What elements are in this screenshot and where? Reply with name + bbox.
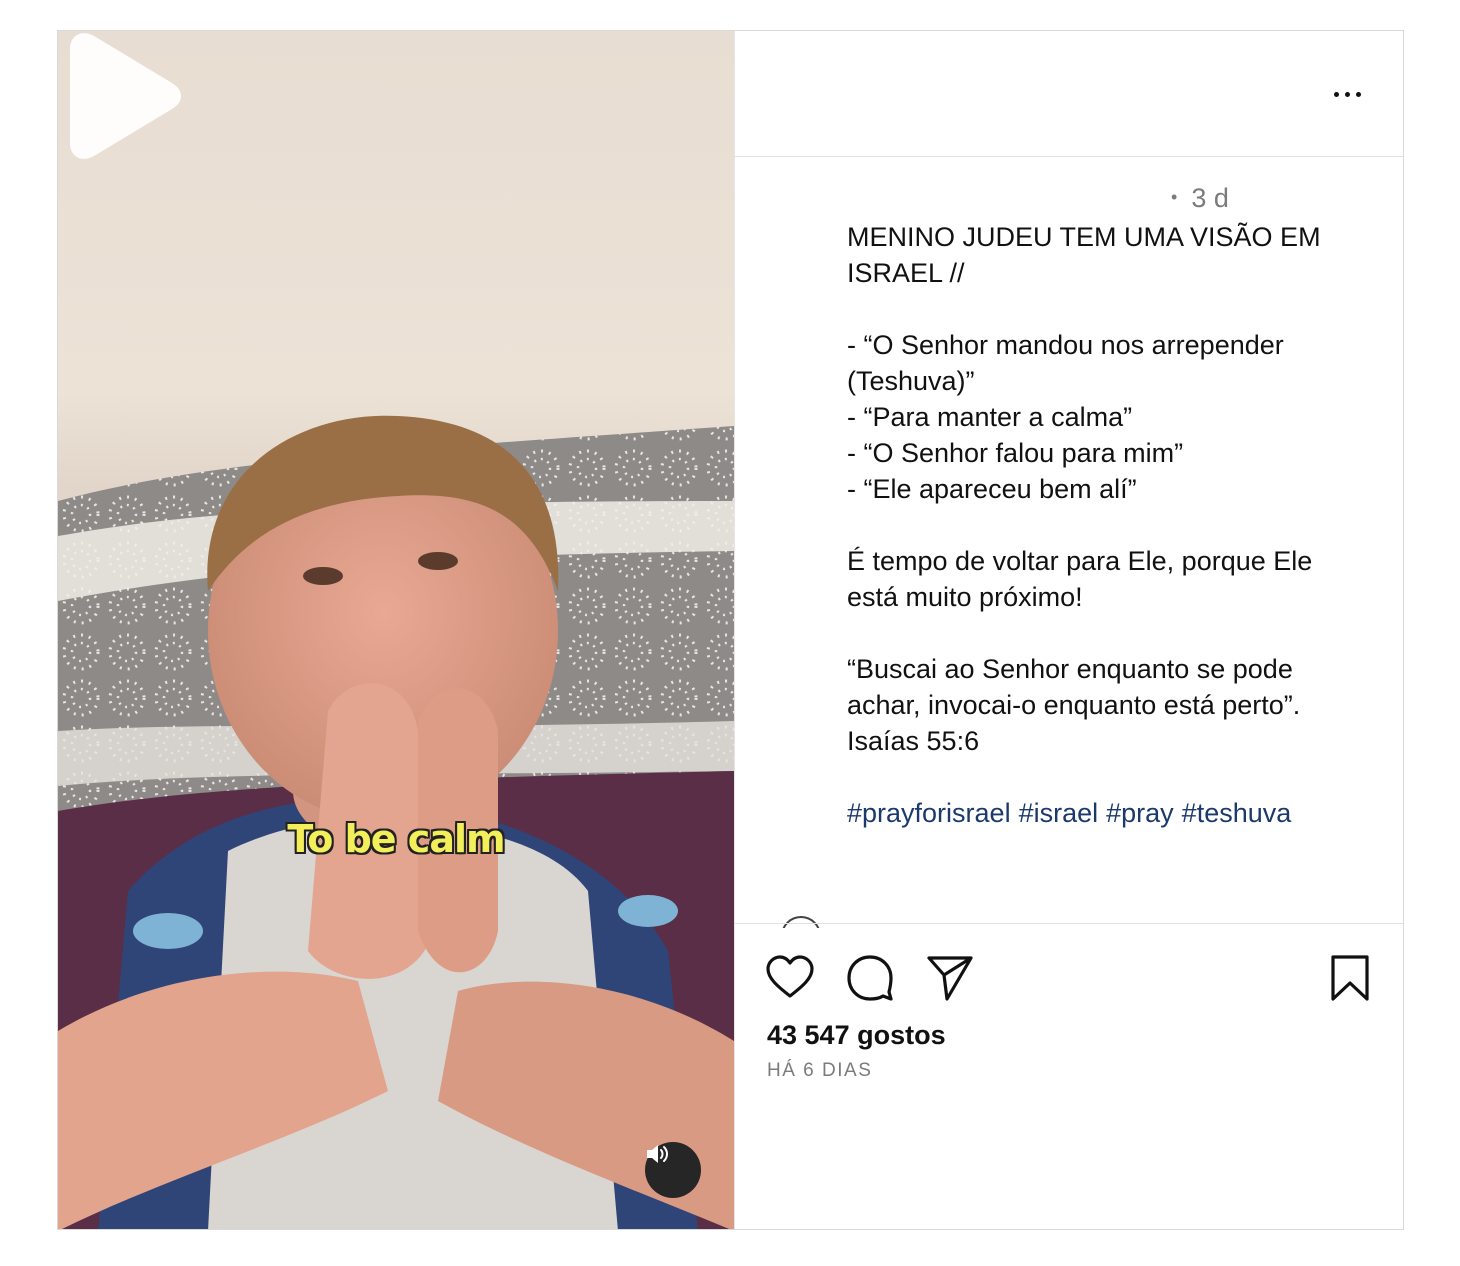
- caption-line: É tempo de voltar para Ele, porque Ele: [847, 546, 1313, 576]
- caption-line: - “Ele apareceu bem alí”: [847, 474, 1137, 504]
- like-count[interactable]: 43 547 gostos: [767, 1020, 946, 1051]
- heart-icon[interactable]: [765, 953, 815, 1003]
- hashtag-link[interactable]: #teshuva: [1182, 798, 1292, 828]
- caption-line: - “Para manter a calma”: [847, 402, 1133, 432]
- post-timestamp[interactable]: • 3 d: [1171, 183, 1229, 214]
- caption-line: Isaías 55:6: [847, 726, 980, 756]
- video-caption-overlay: To be calm: [287, 817, 505, 861]
- caption-line: (Teshuva)”: [847, 366, 975, 396]
- comment-icon[interactable]: [845, 953, 895, 1003]
- caption-line: MENINO JUDEU TEM UMA VISÃO EM: [847, 222, 1321, 252]
- play-icon[interactable]: [58, 31, 183, 161]
- caption-line: “Buscai ao Senhor enquanto se pode: [847, 654, 1293, 684]
- post-card: To be calm • 3 d MENINO JUDEU TEM UMA VIS…: [57, 30, 1404, 1230]
- actions-divider: [735, 923, 1403, 924]
- caption-line: - “O Senhor mandou nos arrepender: [847, 330, 1284, 360]
- post-caption: MENINO JUDEU TEM UMA VISÃO EM ISRAEL // …: [847, 219, 1357, 831]
- more-options-icon[interactable]: [1327, 81, 1367, 107]
- caption-line: achar, invocai-o enquanto está perto”.: [847, 690, 1301, 720]
- post-details-panel: • 3 d MENINO JUDEU TEM UMA VISÃO EM ISRAE…: [734, 31, 1403, 1229]
- video-player[interactable]: To be calm: [58, 31, 734, 1229]
- post-header: [735, 31, 1403, 157]
- hashtag-link[interactable]: #israel: [1019, 798, 1099, 828]
- video-frame: [58, 415, 734, 1229]
- separator-dot: •: [1171, 187, 1178, 207]
- action-bar: [765, 953, 1375, 1003]
- mute-toggle-button[interactable]: [645, 1142, 701, 1198]
- hashtag-link[interactable]: #prayforisrael: [847, 798, 1011, 828]
- caption-line: ISRAEL //: [847, 258, 965, 288]
- hashtag-link[interactable]: #pray: [1106, 798, 1174, 828]
- speaker-icon: [647, 1145, 668, 1163]
- bookmark-icon[interactable]: [1325, 953, 1375, 1003]
- timestamp-text: 3 d: [1191, 183, 1229, 213]
- avatar[interactable]: [781, 916, 821, 928]
- send-icon[interactable]: [925, 953, 975, 1003]
- caption-line: está muito próximo!: [847, 582, 1083, 612]
- post-date[interactable]: HÁ 6 DIAS: [767, 1060, 872, 1082]
- caption-line: - “O Senhor falou para mim”: [847, 438, 1184, 468]
- hashtag-list: #prayforisrael #israel #pray #teshuva: [847, 795, 1357, 831]
